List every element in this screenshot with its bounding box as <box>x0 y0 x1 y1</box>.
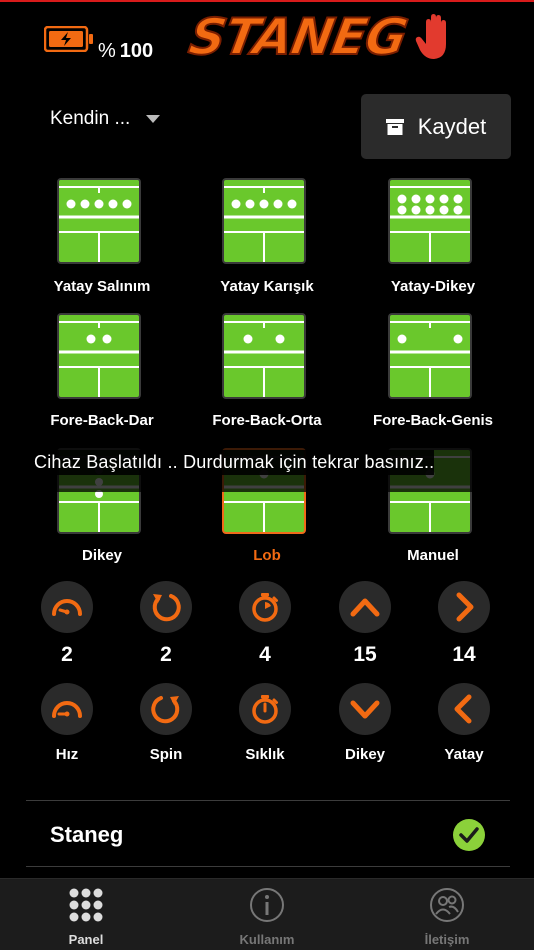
mode-label: Fore-Back-Orta <box>212 412 322 429</box>
save-button[interactable]: Kaydet <box>361 94 511 159</box>
speed-value: 2 <box>61 643 73 666</box>
chevron-right-icon <box>456 592 474 622</box>
frequency-up-button[interactable] <box>239 581 291 633</box>
tab-iletisim[interactable]: İletişim <box>392 879 502 950</box>
court-fore-back-dar-icon <box>57 313 141 399</box>
tab-iletisim-label: İletişim <box>424 932 470 947</box>
logo-text: STANEG <box>184 7 412 67</box>
top-accent-line <box>0 0 534 2</box>
vertical-down-button[interactable] <box>339 683 391 735</box>
stopwatch-icon <box>252 593 278 622</box>
rotate-counterclockwise-icon <box>151 696 180 724</box>
speedometer-icon <box>52 701 82 718</box>
save-button-label: Kaydet <box>417 113 487 139</box>
vertical-value: 15 <box>353 643 377 666</box>
mode-label: Manuel <box>407 547 459 564</box>
frequency-down-button[interactable] <box>239 683 291 735</box>
connected-check-icon <box>453 819 485 851</box>
tab-panel-label: Panel <box>68 932 104 947</box>
horizontal-right-button[interactable] <box>438 581 490 633</box>
info-icon <box>250 888 284 922</box>
status-toast: Cihaz Başlatıldı .. Durdurmak için tekra… <box>34 450 435 475</box>
chevron-down-icon <box>350 700 380 719</box>
spin-label: Spin <box>149 746 183 763</box>
stopwatch-icon <box>252 695 278 724</box>
court-fore-back-genis-icon <box>388 313 472 399</box>
horizontal-label: Yatay <box>444 746 484 763</box>
vertical-up-button[interactable] <box>339 581 391 633</box>
frequency-value: 4 <box>259 643 271 666</box>
speedometer-low-icon <box>52 599 82 616</box>
contacts-icon <box>430 888 464 922</box>
mode-label: Fore-Back-Genis <box>372 412 494 429</box>
device-name: Staneg <box>50 822 124 847</box>
mode-label-active: Lob <box>253 547 281 564</box>
speed-label: Hız <box>55 746 79 763</box>
chevron-up-icon <box>350 598 380 617</box>
caret-down-icon <box>146 115 161 123</box>
horizontal-value: 14 <box>452 643 476 666</box>
divider <box>26 866 510 867</box>
archive-icon <box>385 118 404 135</box>
mode-label: Yatay-Dikey <box>390 278 476 295</box>
stop-hand-icon[interactable] <box>414 12 454 62</box>
mode-label: Yatay Salınım <box>53 278 151 295</box>
battery-icon <box>44 26 93 52</box>
mode-label: Fore-Back-Dar <box>50 412 154 429</box>
tab-kullanim-label: Kullanım <box>239 932 295 947</box>
mode-label: Dikey <box>81 547 123 564</box>
horizontal-left-button[interactable] <box>438 683 490 735</box>
staneg-logo: STANEG <box>184 7 412 70</box>
grid-dots-icon <box>69 888 103 922</box>
speed-down-button[interactable] <box>41 683 93 735</box>
battery-level: % 100 <box>98 40 153 63</box>
court-fore-back-orta-icon <box>222 313 306 399</box>
speed-up-button[interactable] <box>41 581 93 633</box>
tab-panel[interactable]: Panel <box>31 879 141 950</box>
divider <box>26 800 510 801</box>
spin-up-button[interactable] <box>140 581 192 633</box>
spin-down-button[interactable] <box>140 683 192 735</box>
chevron-left-icon <box>454 694 472 724</box>
tab-kullanim[interactable]: Kullanım <box>212 879 322 950</box>
program-selector-label: Kendin ... <box>50 108 131 129</box>
battery-percent-symbol: % <box>98 40 116 62</box>
program-selector[interactable]: Kendin ... <box>50 104 161 134</box>
court-yatay-karisik-icon <box>222 178 306 264</box>
rotate-clockwise-icon <box>152 594 181 622</box>
tab-bar: Panel Kullanım İletişim <box>0 878 534 950</box>
spin-value: 2 <box>160 643 172 666</box>
mode-label: Yatay Karışık <box>220 278 314 295</box>
frequency-label: Sıklık <box>245 746 285 763</box>
court-yatay-salinim-icon <box>57 178 141 264</box>
court-yatay-dikey-icon <box>388 178 472 264</box>
vertical-label: Dikey <box>344 746 386 763</box>
battery-value: 100 <box>119 40 154 62</box>
